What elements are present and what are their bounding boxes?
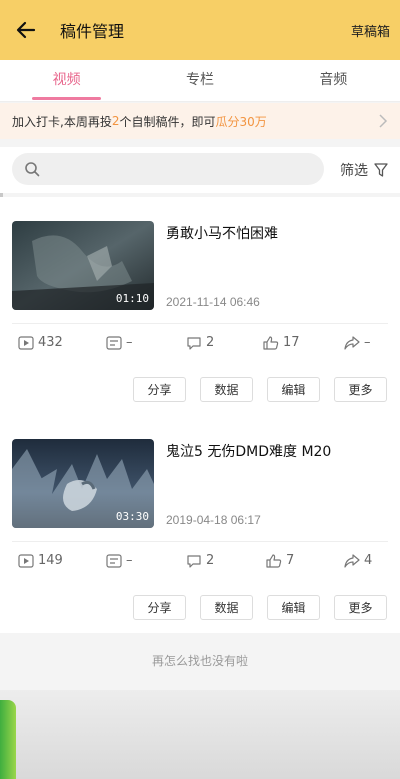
share-icon (344, 335, 360, 350)
video-duration: 01:10 (115, 292, 149, 305)
likes-value: 17 (283, 335, 300, 350)
video-duration: 03:30 (115, 510, 149, 523)
share-icon (344, 553, 360, 568)
search-input[interactable] (12, 153, 324, 185)
stat-danmaku: – (106, 553, 133, 568)
back-button[interactable] (0, 0, 52, 60)
thumbs-up-icon (266, 553, 282, 568)
play-count-icon (18, 335, 34, 350)
share-button[interactable]: 分享 (133, 595, 186, 620)
end-of-list-text: 再怎么找也没有啦 (151, 654, 248, 668)
top-header: 稿件管理 草稿箱 (0, 0, 400, 60)
plays-value: 432 (38, 335, 63, 350)
danmaku-value: – (126, 335, 133, 350)
stat-likes: 7 (266, 553, 294, 568)
checkin-banner[interactable]: 加入打卡,本周再投 2 个自制稿件，即可 瓜分30万 (0, 103, 400, 139)
stat-shares: – (344, 335, 371, 350)
likes-value: 7 (286, 553, 295, 568)
chevron-right-icon (379, 114, 388, 128)
stat-comments: 2 (186, 553, 214, 568)
comment-icon (187, 554, 201, 568)
card-actions: 分享 数据 编辑 更多 (133, 377, 387, 402)
more-button[interactable]: 更多 (334, 595, 387, 620)
video-date: 2021-11-14 06:46 (166, 295, 260, 309)
banner-prefix: 加入打卡,本周再投 (12, 114, 112, 129)
filter-label: 筛选 (340, 163, 368, 179)
divider (12, 323, 388, 324)
danmaku-icon (106, 335, 122, 350)
share-button[interactable]: 分享 (133, 377, 186, 402)
video-stats: 432 – 2 17 – (0, 335, 400, 355)
stat-plays: 149 (18, 553, 63, 568)
comments-value: 2 (206, 553, 215, 568)
shares-value: – (364, 335, 371, 350)
video-thumbnail[interactable]: 03:30 (12, 439, 154, 528)
bottom-overlay (0, 690, 400, 779)
tab-audio[interactable]: 音频 (267, 60, 400, 101)
tab-video[interactable]: 视频 (0, 60, 133, 101)
data-button[interactable]: 数据 (200, 377, 253, 402)
stat-plays: 432 (18, 335, 63, 350)
search-icon (25, 162, 40, 177)
shares-value: 4 (364, 553, 373, 568)
stat-likes: 17 (263, 335, 300, 350)
filter-icon (374, 163, 388, 177)
video-stats: 149 – 2 7 4 (0, 553, 400, 573)
video-card: 01:10 勇敢小马不怕困难 2021-11-14 06:46 432 – 2 … (0, 197, 400, 415)
more-button[interactable]: 更多 (334, 377, 387, 402)
filter-button[interactable]: 筛选 (340, 160, 388, 180)
page-title: 稿件管理 (60, 22, 125, 41)
thumbs-up-icon (263, 335, 279, 350)
back-arrow-icon (16, 21, 36, 39)
stat-shares: 4 (344, 553, 372, 568)
drafts-button[interactable]: 草稿箱 (351, 21, 390, 40)
card-actions: 分享 数据 编辑 更多 (133, 595, 387, 620)
video-title[interactable]: 鬼泣5 无伤DMD难度 M20 (166, 441, 331, 461)
tab-column[interactable]: 专栏 (133, 60, 266, 101)
floating-edge-widget[interactable] (0, 700, 16, 779)
banner-middle: 个自制稿件，即可 (119, 114, 216, 129)
divider (12, 541, 388, 542)
search-bar: 筛选 (0, 147, 400, 193)
banner-reward: 瓜分30万 (215, 114, 267, 129)
video-title[interactable]: 勇敢小马不怕困难 (166, 223, 278, 243)
comment-icon (187, 336, 201, 350)
stat-danmaku: – (106, 335, 133, 350)
danmaku-icon (106, 553, 122, 568)
edit-button[interactable]: 编辑 (267, 595, 320, 620)
stat-comments: 2 (186, 335, 214, 350)
plays-value: 149 (38, 553, 63, 568)
banner-count: 2 (111, 114, 120, 128)
play-count-icon (18, 553, 34, 568)
comments-value: 2 (206, 335, 215, 350)
danmaku-value: – (126, 553, 133, 568)
tab-bar: 视频 专栏 音频 (0, 60, 400, 102)
video-thumbnail[interactable]: 01:10 (12, 221, 154, 310)
edit-button[interactable]: 编辑 (267, 377, 320, 402)
video-date: 2019-04-18 06:17 (166, 513, 261, 527)
video-card: 03:30 鬼泣5 无伤DMD难度 M20 2019-04-18 06:17 1… (0, 415, 400, 633)
data-button[interactable]: 数据 (200, 595, 253, 620)
